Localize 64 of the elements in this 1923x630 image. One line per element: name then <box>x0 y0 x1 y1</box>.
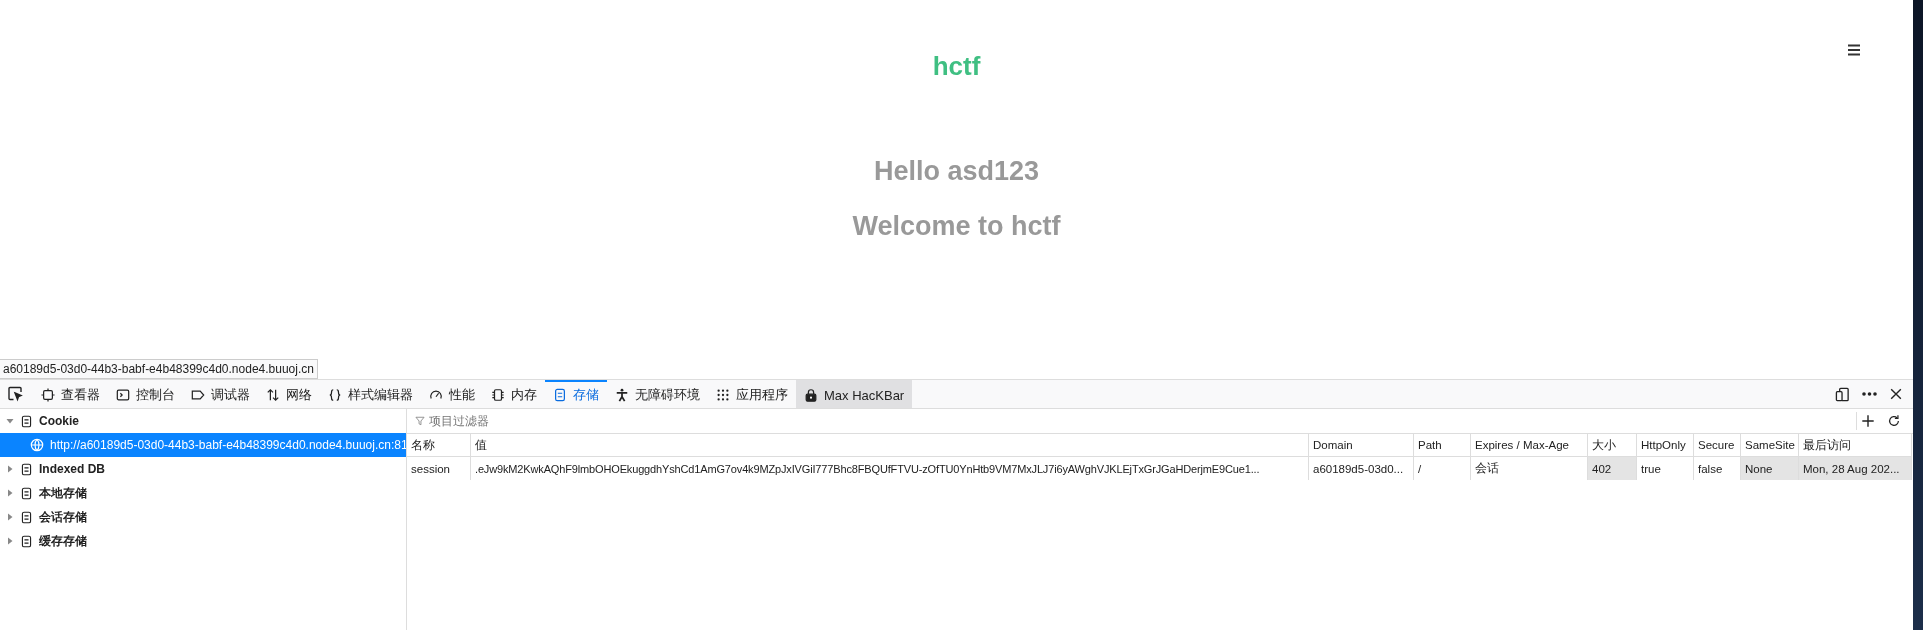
tree-item[interactable]: Indexed DB <box>0 457 406 481</box>
table-cell: Mon, 28 Aug 202... <box>1799 457 1912 480</box>
plus-icon <box>1861 414 1875 428</box>
menu-icon <box>1846 42 1862 58</box>
status-url: a60189d5-03d0-44b3-babf-e4b48399c4d0.node4.buuoj.cn <box>0 359 318 379</box>
table-cell: true <box>1637 457 1694 480</box>
filter-icon <box>415 416 425 426</box>
devtools-tab[interactable]: 内存 <box>483 380 545 408</box>
console-icon <box>116 388 130 402</box>
column-header[interactable]: Path <box>1414 434 1471 457</box>
box-icon <box>41 388 55 402</box>
table-cell: session <box>407 457 471 480</box>
column-header[interactable]: HttpOnly <box>1637 434 1694 457</box>
column-header[interactable]: 名称 <box>407 434 471 457</box>
tag-icon <box>191 388 205 402</box>
greeting-heading: Hello asd123 <box>873 156 1040 187</box>
column-header[interactable]: Domain <box>1309 434 1414 457</box>
expanded-caret-icon <box>6 417 14 425</box>
devtools-tab[interactable]: 网络 <box>258 380 320 408</box>
column-header[interactable]: 值 <box>471 434 1309 457</box>
table-cell: / <box>1414 457 1471 480</box>
filter-field[interactable]: 项目过滤器 <box>429 414 729 428</box>
column-header[interactable]: Secure <box>1694 434 1741 457</box>
storage-icon <box>20 534 33 548</box>
table-cell: a60189d5-03d0... <box>1309 457 1414 480</box>
storage-icon <box>20 462 33 476</box>
devtools-tab[interactable]: 控制台 <box>108 380 183 408</box>
globe-icon <box>30 438 44 452</box>
storage-icon <box>553 388 567 402</box>
column-header[interactable]: Expires / Max-Age <box>1471 434 1588 457</box>
devtools-tab[interactable]: 性能 <box>421 380 483 408</box>
more-icon <box>1862 392 1877 396</box>
table-cell: None <box>1741 457 1799 480</box>
pick-element-icon <box>7 386 23 402</box>
dock-icon <box>1835 386 1850 402</box>
grid-icon <box>716 388 730 402</box>
devtools-tab[interactable]: 查看器 <box>33 380 108 408</box>
braces-icon <box>328 388 342 402</box>
storage-icon <box>20 486 33 500</box>
lock-icon <box>804 388 818 402</box>
devtools-tab[interactable]: 调试器 <box>183 380 258 408</box>
devtools-tab[interactable]: 无障碍环境 <box>607 380 708 408</box>
refresh-icon <box>1887 414 1901 428</box>
chip-icon <box>491 388 505 402</box>
close-icon <box>1889 387 1903 401</box>
person-icon <box>615 388 629 402</box>
devtools-tab[interactable]: 存储 <box>545 380 607 408</box>
collapsed-caret-icon <box>6 537 14 545</box>
table-cell: 402 <box>1588 457 1637 480</box>
devtools-tab[interactable]: 样式编辑器 <box>320 380 421 408</box>
devtools-tab[interactable]: Max HacKBar <box>796 380 913 408</box>
table-cell: .eJw9kM2KwkAQhF9lmbOHOEkuggdhYshCd1AmG7ov4k9MZpJxIVGiI777Bhc8FBQUfFTVU-zOfTU0YnHtb9VM7MxJLJ7i6yAWghVJKLEjTxGrJGaHDerjmE9Cue1... <box>471 457 1309 480</box>
tree-item[interactable]: 本地存储 <box>0 481 406 505</box>
collapsed-caret-icon <box>6 513 14 521</box>
collapsed-caret-icon <box>6 489 14 497</box>
tree-item[interactable]: 会话存储 <box>0 505 406 529</box>
welcome-heading: Welcome to hctf <box>852 211 1061 242</box>
storage-icon <box>20 414 33 428</box>
tree-item[interactable]: 缓存存储 <box>0 529 406 553</box>
storage-icon <box>20 510 33 524</box>
collapsed-caret-icon <box>6 465 14 473</box>
arrows-icon <box>266 388 280 402</box>
devtools-tab[interactable]: 应用程序 <box>708 380 796 408</box>
tree-item[interactable]: Cookie <box>0 409 406 433</box>
